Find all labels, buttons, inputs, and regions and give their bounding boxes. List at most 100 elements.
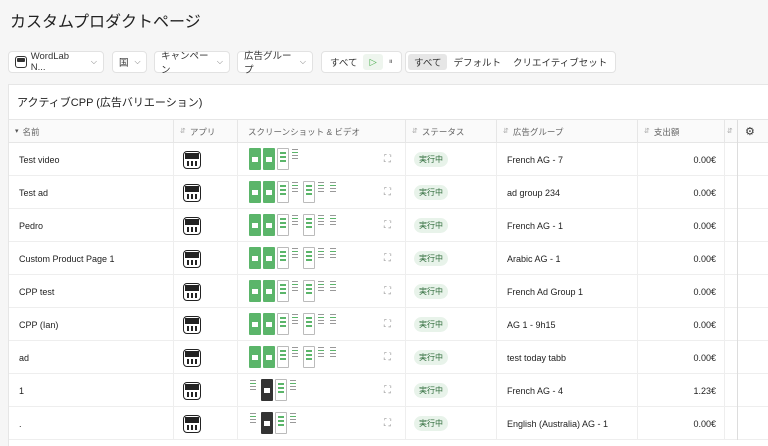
screenshot-thumbnail [263, 147, 275, 170]
screenshot-thumbnail [329, 312, 339, 327]
expand-icon[interactable]: ⛶ [384, 352, 391, 363]
row-adgroup[interactable]: French Ad Group 1 [497, 275, 638, 308]
screenshot-thumbnails [249, 345, 339, 370]
type-default[interactable]: デフォルト [447, 54, 507, 70]
app-icon [183, 150, 201, 169]
row-spend: 0.00€ [638, 341, 725, 374]
col-name[interactable]: ▾ 名前 [9, 120, 174, 144]
row-settings-cell [738, 209, 768, 242]
col-app[interactable]: ⇵ アプリ [174, 120, 238, 144]
screenshot-thumbnail [317, 213, 327, 228]
row-name[interactable]: CPP test [9, 275, 174, 308]
expand-icon[interactable]: ⛶ [384, 253, 391, 264]
row-adgroup[interactable]: French AG - 4 [497, 374, 638, 407]
expand-icon[interactable]: ⛶ [384, 319, 391, 330]
app-icon [183, 183, 201, 202]
row-extra [725, 275, 738, 308]
row-name[interactable]: Test ad [9, 176, 174, 209]
expand-icon[interactable]: ⛶ [384, 286, 391, 297]
col-spend[interactable]: ⇵ 支出額 [638, 120, 725, 144]
screenshot-thumbnail [249, 246, 261, 269]
row-screenshots: ⛶ [238, 143, 406, 176]
screenshot-thumbnail [277, 312, 289, 335]
screenshot-thumbnail [329, 345, 339, 360]
row-adgroup[interactable]: French AG - 7 [497, 143, 638, 176]
screenshot-thumbnail [303, 279, 315, 302]
screenshot-thumbnails [249, 378, 299, 403]
country-select[interactable]: 国 ⌵ [112, 51, 147, 73]
status-paused-icon[interactable]: ⏸ [383, 54, 399, 70]
campaign-select[interactable]: キャンペーン ⌵ [154, 51, 230, 76]
type-segment: すべて デフォルト クリエイティブセット [405, 51, 617, 73]
screenshot-thumbnail [317, 345, 327, 360]
expand-icon[interactable]: ⛶ [384, 220, 391, 231]
table-row[interactable]: CPP (Ian) ⛶ 実行中 AG 1 - 9h15 0.00€ [9, 308, 768, 341]
row-adgroup[interactable]: AG 1 - 9h15 [497, 308, 638, 341]
table-row[interactable]: Test video ⛶ 実行中 French AG - 7 0.00€ [9, 143, 768, 176]
row-status: 実行中 [406, 176, 497, 209]
screenshot-thumbnail [263, 180, 275, 203]
expand-icon[interactable]: ⛶ [384, 154, 391, 165]
table-row[interactable]: ad ⛶ 実行中 test today tabb 0.00€ [9, 341, 768, 374]
adgroup-select[interactable]: 広告グループ ⌵ [237, 51, 313, 76]
screenshot-thumbnail [291, 213, 301, 228]
type-creative-set[interactable]: クリエイティブセット [507, 54, 613, 70]
chevron-down-icon: ⌵ [134, 57, 141, 66]
row-adgroup[interactable]: French AG - 1 [497, 209, 638, 242]
row-app [174, 308, 238, 341]
screenshot-thumbnail [291, 180, 301, 195]
row-name[interactable]: CPP (Ian) [9, 308, 174, 341]
table-row[interactable]: Pedro ⛶ 実行中 French AG - 1 0.00€ [9, 209, 768, 242]
status-all[interactable]: すべて [324, 54, 363, 70]
screenshot-thumbnail [329, 246, 339, 261]
col-adgroup[interactable]: ⇵ 広告グループ [497, 120, 638, 144]
col-shots-label: スクリーンショット & ビデオ [248, 127, 360, 137]
row-name[interactable]: Pedro [9, 209, 174, 242]
col-extra[interactable]: ⇵ [725, 120, 738, 144]
row-name[interactable]: Test video [9, 143, 174, 176]
table-row[interactable]: . ⛶ 実行中 English (Australia) AG - 1 0.00€ [9, 407, 768, 440]
row-name[interactable]: ad [9, 341, 174, 374]
row-app [174, 143, 238, 176]
gear-icon[interactable]: ⚙ [745, 125, 755, 138]
screenshot-thumbnail [263, 279, 275, 302]
expand-icon[interactable]: ⛶ [384, 385, 391, 396]
row-status: 実行中 [406, 209, 497, 242]
expand-icon[interactable]: ⛶ [384, 187, 391, 198]
screenshot-thumbnail [291, 345, 301, 360]
table-row[interactable]: 1 ⛶ 実行中 French AG - 4 1.23€ [9, 374, 768, 407]
sort-icon: ⇵ [727, 128, 733, 135]
screenshot-thumbnail [329, 279, 339, 294]
row-extra [725, 308, 738, 341]
screenshot-thumbnail [303, 345, 315, 368]
status-running-icon[interactable]: ▷ [363, 54, 383, 70]
app-icon [183, 216, 201, 235]
row-adgroup[interactable]: test today tabb [497, 341, 638, 374]
screenshot-thumbnails [249, 147, 301, 172]
col-status[interactable]: ⇵ ステータス [406, 120, 497, 144]
expand-icon[interactable]: ⛶ [384, 418, 391, 429]
col-spend-label: 支出額 [653, 127, 680, 137]
app-icon [183, 249, 201, 268]
screenshot-thumbnail [277, 213, 289, 236]
row-name[interactable]: 1 [9, 374, 174, 407]
screenshot-thumbnail [249, 312, 261, 335]
row-name[interactable]: Custom Product Page 1 [9, 242, 174, 275]
screenshot-thumbnail [249, 147, 261, 170]
row-screenshots: ⛶ [238, 209, 406, 242]
row-status: 実行中 [406, 407, 497, 440]
row-spend: 0.00€ [638, 308, 725, 341]
table-row[interactable]: Custom Product Page 1 ⛶ 実行中 Arabic AG - 1 0.… [9, 242, 768, 275]
table-row[interactable]: Test ad ⛶ 実行中 ad group 234 0.00€ [9, 176, 768, 209]
row-adgroup[interactable]: Arabic AG - 1 [497, 242, 638, 275]
row-name[interactable]: . [9, 407, 174, 440]
screenshot-thumbnails [249, 213, 339, 238]
status-badge: 実行中 [414, 185, 448, 200]
row-adgroup[interactable]: English (Australia) AG - 1 [497, 407, 638, 440]
screenshot-thumbnail [249, 378, 259, 393]
screenshot-thumbnail [317, 279, 327, 294]
app-select[interactable]: WordLab N... ⌵ [8, 51, 104, 73]
table-row[interactable]: CPP test ⛶ 実行中 French Ad Group 1 0.00€ [9, 275, 768, 308]
row-adgroup[interactable]: ad group 234 [497, 176, 638, 209]
type-all[interactable]: すべて [408, 54, 448, 70]
